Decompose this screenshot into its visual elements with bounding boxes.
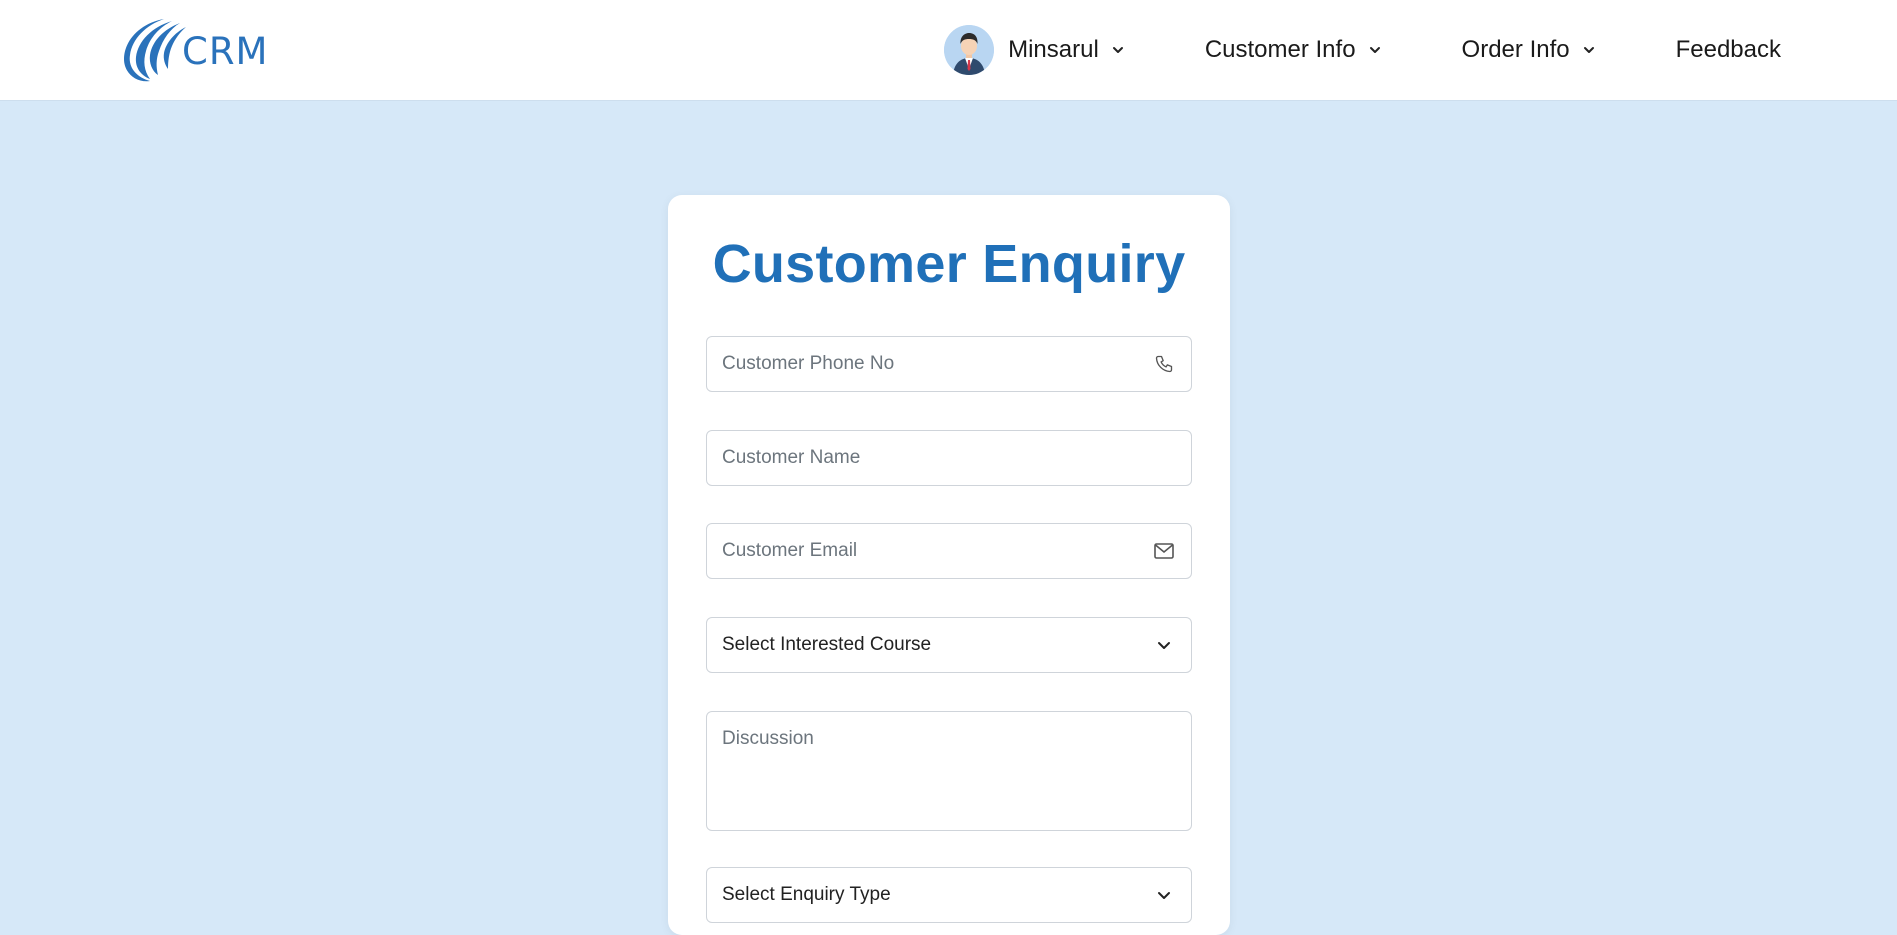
enquiry-form-card: Customer Enquiry Select Interested Cours… [668,195,1230,935]
nav-order-info-label: Order Info [1461,36,1570,63]
crm-logo[interactable]: CRM [118,15,278,85]
email-field[interactable] [706,523,1192,579]
interested-course-value: Select Interested Course [722,634,932,655]
page-title: Customer Enquiry [712,234,1186,294]
chevron-down-icon [1582,43,1596,57]
mail-icon [1152,539,1176,563]
chevron-down-icon [1111,43,1125,57]
logo-text: CRM [182,29,269,73]
name-field[interactable] [706,430,1192,486]
top-navbar: CRM Minsarul Customer Info Order Info Fe… [0,0,1897,100]
enquiry-type-select[interactable]: Select Enquiry Type [706,867,1192,923]
nav-feedback[interactable]: Feedback [1676,36,1781,64]
name-input[interactable] [722,447,1176,469]
nav-customer-info-label: Customer Info [1204,36,1356,63]
nav-menu: Minsarul Customer Info Order Info Feedba… [944,0,1781,100]
user-menu[interactable]: Minsarul [944,25,1125,75]
phone-icon [1152,352,1176,376]
user-avatar-icon [944,25,995,75]
nav-feedback-label: Feedback [1675,36,1781,63]
phone-field[interactable] [706,336,1192,392]
email-input[interactable] [722,540,1152,562]
chevron-down-icon [1368,43,1382,57]
nav-customer-info[interactable]: Customer Info [1205,36,1382,64]
nav-order-info[interactable]: Order Info [1462,36,1596,64]
crm-logo-swoosh-icon [124,19,186,82]
discussion-field[interactable] [706,711,1192,831]
chevron-down-icon [1152,633,1176,657]
enquiry-type-value: Select Enquiry Type [722,884,891,905]
interested-course-select[interactable]: Select Interested Course [706,617,1192,673]
chevron-down-icon [1152,883,1176,907]
phone-input[interactable] [722,353,1152,375]
discussion-textarea[interactable] [722,728,1176,818]
user-name: Minsarul [1008,36,1099,63]
